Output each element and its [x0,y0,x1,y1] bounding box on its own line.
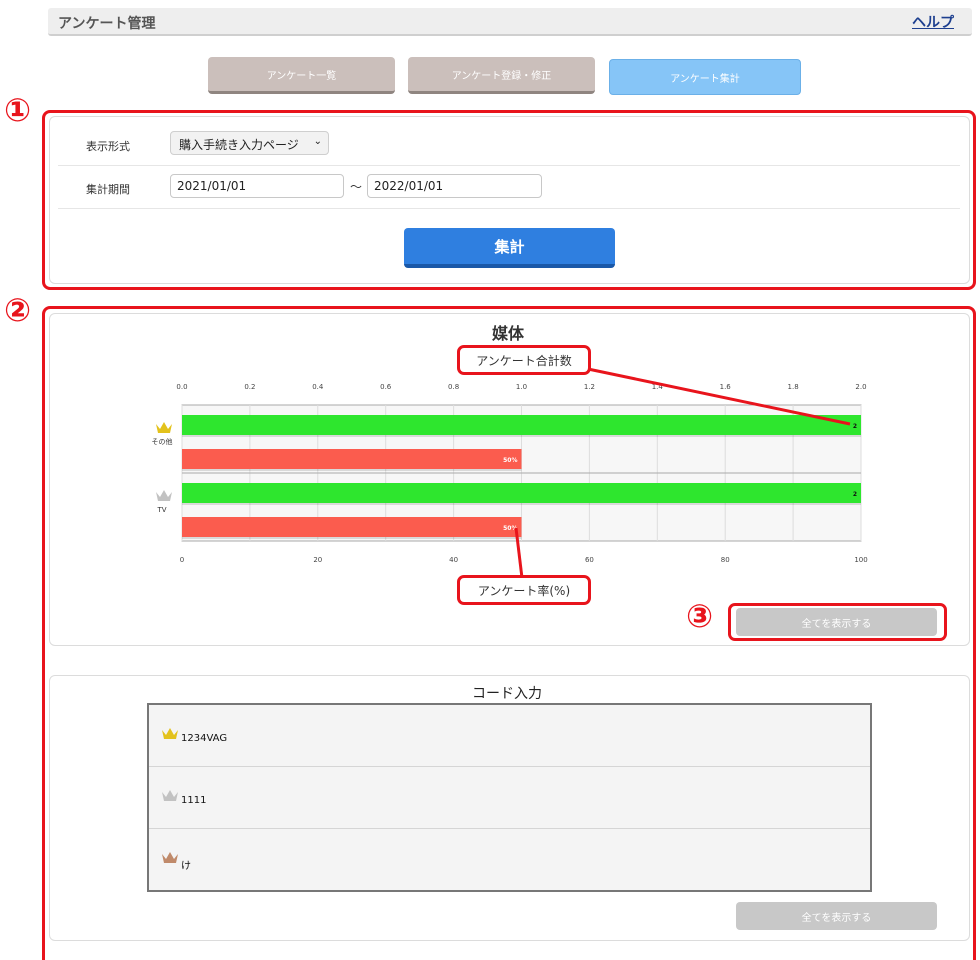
total-count-callout: アンケート合計数 [457,345,591,375]
top-tick-label: 0.8 [448,383,459,391]
show-all-code-button[interactable]: 全てを表示する [736,902,937,930]
data-label: 2 [853,423,857,430]
bottom-tick-label: 20 [313,556,322,564]
table-row: 1234VAG [149,705,870,767]
bottom-tick-label: 60 [585,556,594,564]
top-tick-label: 1.2 [584,383,595,391]
show-all-code-label: 全てを表示する [801,912,872,924]
data-label: 2 [853,491,857,498]
code-value: 1111 [181,795,207,806]
chart-bar [182,517,522,537]
table-row: 1111 [149,767,870,829]
rate-callout: アンケート率(%) [457,575,591,605]
chart-bar [182,449,522,469]
silver-crown-icon [161,787,179,806]
top-tick-label: 2.0 [855,383,866,391]
silver-crown-icon [156,490,172,501]
top-tick-label: 0.2 [244,383,255,391]
bar-shadow [182,503,861,505]
category-label: TV [156,506,166,514]
gold-crown-icon [156,422,172,433]
top-tick-label: 0.4 [312,383,324,391]
top-tick-label: 1.6 [720,383,732,391]
marker-three: ③ [686,597,714,635]
show-all-media-button[interactable]: 全てを表示する [736,608,937,636]
bar-shadow [182,469,522,471]
bottom-tick-label: 0 [180,556,184,564]
code-value: け [181,861,191,872]
category-label: その他 [152,437,173,446]
code-title: コード入力 [472,686,542,702]
chart-bar [182,415,861,435]
chart-bar [182,483,861,503]
top-tick-label: 1.0 [516,383,527,391]
bronze-crown-icon [161,849,179,868]
code-value: 1234VAG [181,733,228,744]
bottom-tick-label: 40 [449,556,458,564]
total-count-callout-label: アンケート合計数 [476,353,572,368]
show-all-media-label: 全てを表示する [801,618,872,630]
data-label: 50% [503,457,517,464]
code-table: 1234VAG 1111 け [147,703,872,892]
bar-shadow [182,435,861,437]
top-tick-label: 0.0 [176,383,187,391]
top-tick-label: 1.8 [788,383,799,391]
bar-shadow [182,537,522,539]
bottom-tick-label: 100 [854,556,867,564]
top-tick-label: 0.6 [380,383,392,391]
rate-callout-label: アンケート率(%) [477,583,571,598]
table-row: け [149,829,870,891]
bottom-tick-label: 80 [721,556,730,564]
gold-crown-icon [161,725,179,744]
